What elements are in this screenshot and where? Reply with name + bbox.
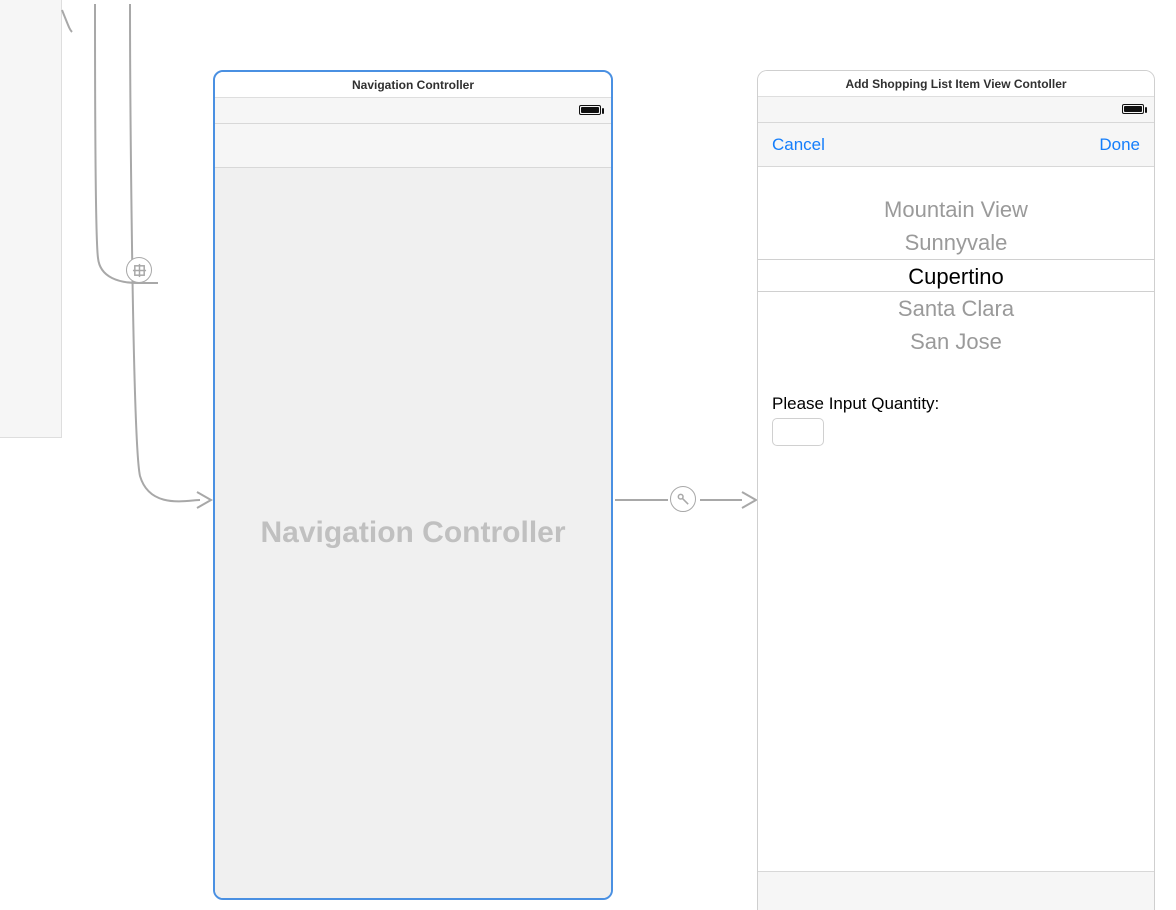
picker-option[interactable]: Santa Clara — [758, 292, 1154, 325]
scene-title-bar[interactable]: Add Shopping List Item View Contoller — [758, 71, 1154, 97]
scene-navigation-controller[interactable]: Navigation Controller Navigation Control… — [213, 70, 613, 900]
scene-title-text: Navigation Controller — [352, 78, 474, 92]
navigation-bar: Cancel Done — [758, 123, 1154, 167]
done-button[interactable]: Done — [1099, 135, 1140, 155]
tab-bar-placeholder — [758, 871, 1154, 910]
nav-controller-body: Navigation Controller — [215, 168, 611, 898]
navigation-bar — [215, 124, 611, 168]
picker-option[interactable]: Cupertino — [758, 259, 1154, 292]
battery-icon — [1122, 104, 1144, 114]
offscreen-scene-left — [0, 0, 62, 438]
quantity-input[interactable] — [772, 418, 824, 446]
status-bar — [758, 97, 1154, 123]
segue-badge-rootview[interactable] — [670, 486, 696, 512]
picker-option[interactable]: Sunnyvale — [758, 226, 1154, 259]
scene-title-bar[interactable]: Navigation Controller — [215, 72, 611, 98]
picker-option[interactable]: Mountain View — [758, 193, 1154, 226]
scene-add-shopping-list-item[interactable]: Add Shopping List Item View Contoller Ca… — [757, 70, 1155, 910]
quantity-label: Please Input Quantity: — [758, 376, 1154, 418]
nav-controller-placeholder-label: Navigation Controller — [260, 516, 565, 550]
cancel-button[interactable]: Cancel — [772, 135, 825, 155]
segue-badge-relationship[interactable] — [126, 257, 152, 283]
picker-option[interactable]: San Jose — [758, 325, 1154, 358]
status-bar — [215, 98, 611, 124]
picker-wheel[interactable]: Mountain ViewSunnyvaleCupertinoSanta Cla… — [758, 167, 1154, 376]
battery-icon — [579, 105, 601, 115]
add-item-body: Mountain ViewSunnyvaleCupertinoSanta Cla… — [758, 167, 1154, 910]
scene-title-text: Add Shopping List Item View Contoller — [845, 77, 1066, 91]
